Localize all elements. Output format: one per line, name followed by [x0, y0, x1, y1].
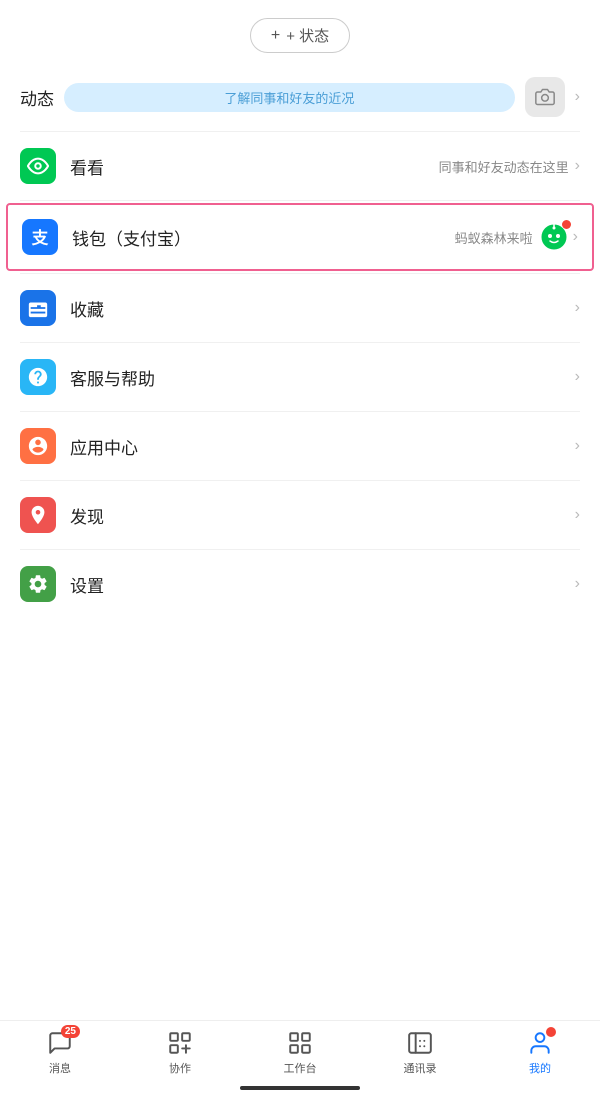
nav-item-cooperation[interactable]: 协作 — [120, 1029, 240, 1076]
dongtai-desc: 了解同事和好友的近况 — [64, 83, 515, 112]
wallet-desc: 蚂蚁森林来啦 — [455, 228, 533, 247]
favorites-icon — [20, 290, 56, 326]
nav-item-messages[interactable]: 25 消息 — [0, 1029, 120, 1076]
status-label: + 状态 — [286, 25, 329, 46]
plus-icon: + — [271, 27, 280, 45]
contacts-nav-label: 通讯录 — [404, 1060, 437, 1076]
contacts-nav-icon — [406, 1029, 434, 1057]
top-bar: + + 状态 — [0, 0, 600, 63]
discover-icon — [20, 497, 56, 533]
divider-2 — [20, 200, 580, 201]
appcenter-title: 应用中心 — [70, 434, 569, 459]
menu-item-service[interactable]: 客服与帮助 › — [0, 343, 600, 411]
service-chevron-icon: › — [575, 368, 580, 386]
menu-item-wallet[interactable]: 支 钱包（支付宝） 蚂蚁森林来啦 › — [6, 203, 594, 271]
status-button[interactable]: + + 状态 — [250, 18, 350, 53]
mine-nav-icon — [526, 1029, 554, 1057]
kankan-title: 看看 — [70, 154, 439, 179]
menu-item-favorites[interactable]: 收藏 › — [0, 274, 600, 342]
kankan-icon — [20, 148, 56, 184]
nav-item-mine[interactable]: 我的 — [480, 1029, 600, 1076]
kankan-chevron-icon: › — [575, 157, 580, 175]
discover-title: 发现 — [70, 503, 569, 528]
service-icon — [20, 359, 56, 395]
cooperation-nav-icon — [166, 1029, 194, 1057]
dongtai-section[interactable]: 动态 了解同事和好友的近况 › — [0, 63, 600, 131]
messages-badge: 25 — [61, 1025, 80, 1038]
mine-dot-badge — [546, 1027, 556, 1037]
settings-title: 设置 — [70, 572, 569, 597]
favorites-title: 收藏 — [70, 296, 569, 321]
cooperation-nav-label: 协作 — [169, 1060, 191, 1076]
workbench-nav-icon — [286, 1029, 314, 1057]
menu-list: 看看 同事和好友动态在这里 › 支 钱包（支付宝） 蚂蚁森林来啦 — [0, 132, 600, 618]
discover-chevron-icon: › — [575, 506, 580, 524]
ant-dot-badge — [562, 220, 571, 229]
bottom-nav: 25 消息 协作 工作台 — [0, 1020, 600, 1096]
camera-button[interactable] — [525, 77, 565, 117]
dongtai-label: 动态 — [20, 85, 54, 110]
menu-item-settings[interactable]: 设置 › — [0, 550, 600, 618]
nav-item-workbench[interactable]: 工作台 — [240, 1029, 360, 1076]
menu-item-discover[interactable]: 发现 › — [0, 481, 600, 549]
bottom-spacer — [0, 618, 600, 698]
appcenter-chevron-icon: › — [575, 437, 580, 455]
menu-item-kankan[interactable]: 看看 同事和好友动态在这里 › — [0, 132, 600, 200]
service-title: 客服与帮助 — [70, 365, 569, 390]
appcenter-icon — [20, 428, 56, 464]
wallet-title: 钱包（支付宝） — [72, 225, 455, 250]
home-indicator — [240, 1086, 360, 1090]
mine-nav-label: 我的 — [529, 1060, 551, 1076]
settings-chevron-icon: › — [575, 575, 580, 593]
wallet-icon: 支 — [22, 219, 58, 255]
settings-icon — [20, 566, 56, 602]
messages-nav-label: 消息 — [49, 1060, 71, 1076]
dongtai-chevron-icon: › — [575, 88, 580, 106]
wallet-chevron-icon: › — [573, 228, 578, 246]
menu-item-appcenter[interactable]: 应用中心 › — [0, 412, 600, 480]
messages-nav-icon: 25 — [46, 1029, 74, 1057]
kankan-desc: 同事和好友动态在这里 — [439, 157, 569, 176]
nav-item-contacts[interactable]: 通讯录 — [360, 1029, 480, 1076]
svg-text:支: 支 — [32, 227, 49, 247]
ant-forest-icon — [539, 222, 569, 252]
favorites-chevron-icon: › — [575, 299, 580, 317]
workbench-nav-label: 工作台 — [284, 1060, 317, 1076]
